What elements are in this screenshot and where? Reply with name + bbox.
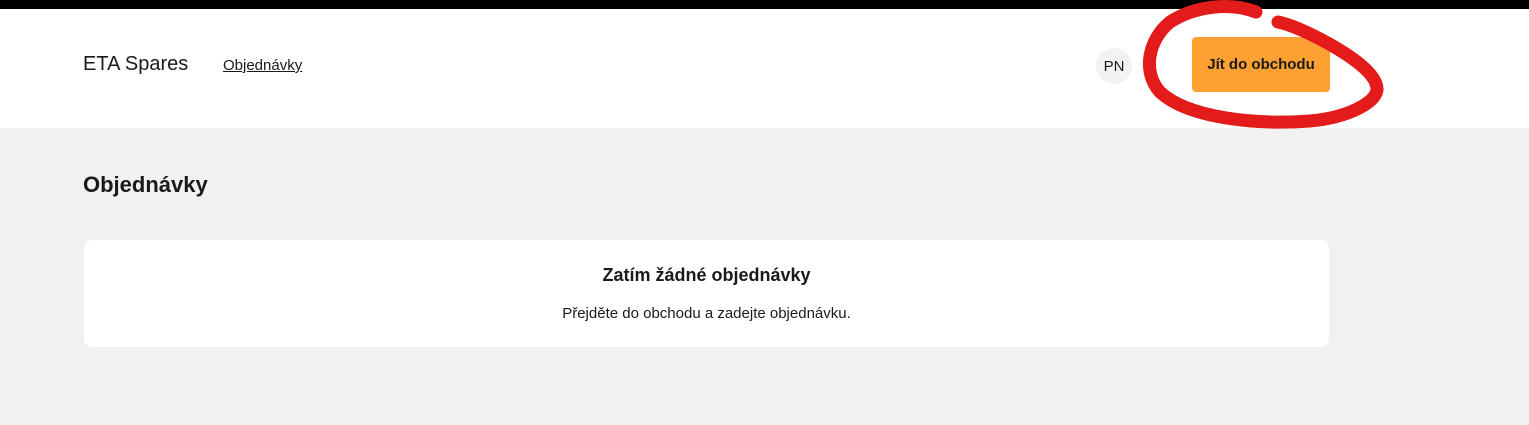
empty-orders-card: Zatím žádné objednávky Přejděte do obcho… [84,240,1329,347]
top-strip [0,0,1529,9]
brand-logo[interactable]: ETA Spares [83,53,188,76]
empty-state-title: Zatím žádné objednávky [602,265,811,285]
go-to-shop-button[interactable]: Jít do obchodu [1192,37,1330,92]
avatar[interactable]: PN [1096,48,1132,84]
empty-state-text: Přejděte do obchodu a zadejte objednávku… [562,305,851,322]
page-title: Objednávky [83,172,208,197]
nav-link-orders[interactable]: Objednávky [223,57,302,74]
header: ETA Spares Objednávky PN Jít do obchodu [0,9,1529,128]
